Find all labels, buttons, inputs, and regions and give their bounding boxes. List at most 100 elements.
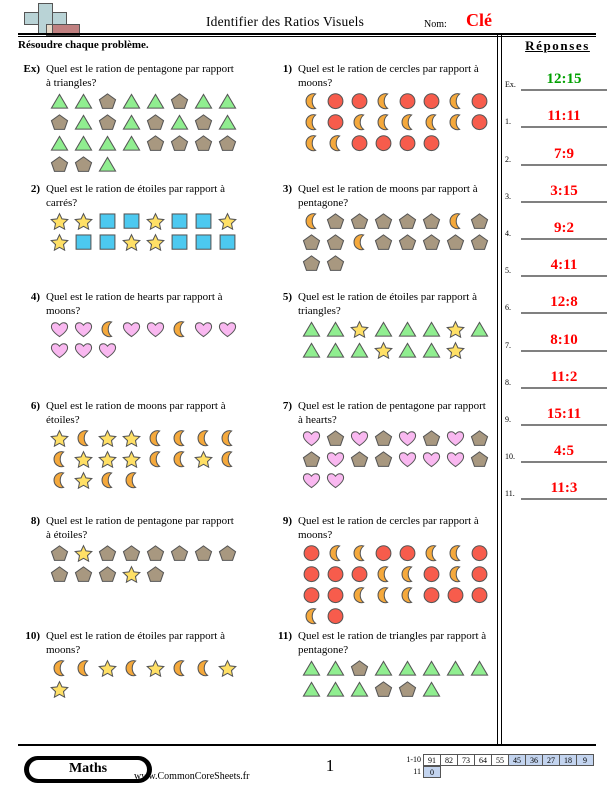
circle-icon <box>350 134 371 154</box>
moon-icon <box>50 659 71 679</box>
pentagon-icon <box>374 429 395 449</box>
moon-icon <box>302 113 323 133</box>
score-cell: 18 <box>559 754 577 766</box>
shape-row <box>302 680 494 701</box>
shape-row <box>50 320 242 341</box>
triangle-icon <box>98 134 119 154</box>
triangle-icon <box>398 659 419 679</box>
star-icon <box>194 450 215 470</box>
answer-value: 12:8 <box>550 294 578 311</box>
problem-number: Ex) <box>23 63 41 75</box>
shape-row <box>302 212 494 233</box>
shape-row <box>302 92 494 113</box>
triangle-icon <box>194 92 215 112</box>
score-cell: 91 <box>423 754 441 766</box>
heart-icon <box>98 341 119 361</box>
problem-number: 11) <box>277 630 292 642</box>
moon-icon <box>146 429 167 449</box>
problem-question: Quel est le ration de étoiles par rappor… <box>46 183 225 209</box>
shape-row <box>302 450 494 471</box>
worksheet-page: Identifier des Ratios Visuels Nom: Clé R… <box>0 0 612 792</box>
answer-blank-line[interactable] <box>521 498 607 501</box>
pentagon-icon <box>146 134 167 154</box>
shape-row <box>50 113 242 134</box>
name-label: Nom: <box>424 19 447 30</box>
problem-number: 7) <box>282 400 292 412</box>
shape-row <box>50 233 242 254</box>
score-row-label: 1-10 <box>406 755 421 764</box>
pentagon-icon <box>470 233 491 253</box>
problem-shapes <box>50 544 242 586</box>
header-divider <box>18 33 596 35</box>
moon-icon <box>122 659 143 679</box>
problem-shapes <box>302 92 494 155</box>
heart-icon <box>350 429 371 449</box>
answers-title: Réponses <box>525 38 590 53</box>
answer-value: 7:9 <box>554 145 574 162</box>
score-cell: 0 <box>423 766 441 778</box>
moon-icon <box>170 320 191 340</box>
moon-icon <box>374 92 395 112</box>
heart-icon <box>398 429 419 449</box>
problem-number: 6) <box>30 400 40 412</box>
circle-icon <box>470 544 491 564</box>
shape-row <box>302 544 494 565</box>
problem-question: Quel est le ration de moons par rapport … <box>298 183 478 209</box>
heart-icon <box>146 320 167 340</box>
pentagon-icon <box>302 450 323 470</box>
triangle-icon <box>122 134 143 154</box>
circle-icon <box>470 565 491 585</box>
circle-icon <box>350 92 371 112</box>
pentagon-icon <box>326 429 347 449</box>
name-value: Clé <box>466 10 492 30</box>
answer-number: 5. <box>505 266 511 276</box>
star-icon <box>446 320 467 340</box>
star-icon <box>374 341 395 361</box>
moon-icon <box>218 429 239 449</box>
triangle-icon <box>374 320 395 340</box>
answer-number: 1. <box>505 117 511 127</box>
answer-row: 2. 7:9 <box>503 128 612 166</box>
triangle-icon <box>470 659 491 679</box>
triangle-icon <box>374 659 395 679</box>
shape-row <box>302 429 494 450</box>
star-icon <box>98 450 119 470</box>
score-row-cells: 0 <box>423 766 441 778</box>
heart-icon <box>218 320 239 340</box>
pentagon-icon <box>398 233 419 253</box>
heart-icon <box>302 471 323 491</box>
circle-icon <box>398 134 419 154</box>
moon-icon <box>326 544 347 564</box>
shape-row <box>50 92 242 113</box>
circle-icon <box>326 565 347 585</box>
answer-number: 4. <box>505 228 511 238</box>
score-table-row: 11 0 <box>398 766 594 778</box>
moon-icon <box>374 113 395 133</box>
heart-icon <box>422 450 443 470</box>
moon-icon <box>146 450 167 470</box>
problem-number: 10) <box>25 630 40 642</box>
shape-row <box>50 544 242 565</box>
moon-icon <box>194 429 215 449</box>
shape-row <box>50 155 242 176</box>
triangle-icon <box>422 680 443 700</box>
problem-shapes <box>50 92 242 176</box>
shape-row <box>50 341 242 362</box>
score-table-row: 1-10 91 82 73 64 55 45 36 27 18 9 <box>398 754 594 766</box>
moon-icon <box>302 212 323 232</box>
pentagon-icon <box>50 113 71 133</box>
answer-value: 15:11 <box>546 405 582 422</box>
moon-icon <box>446 565 467 585</box>
answer-number: 8. <box>505 377 511 387</box>
header-divider-2 <box>18 36 596 37</box>
commoncoresheets-logo-icon <box>20 2 86 36</box>
moon-icon <box>422 113 443 133</box>
problem-number: 1) <box>282 63 292 75</box>
heart-icon <box>398 450 419 470</box>
circle-icon <box>374 134 395 154</box>
pentagon-icon <box>374 680 395 700</box>
heart-icon <box>326 450 347 470</box>
pentagon-icon <box>350 212 371 232</box>
page-number: 1 <box>325 756 335 775</box>
triangle-icon <box>122 92 143 112</box>
